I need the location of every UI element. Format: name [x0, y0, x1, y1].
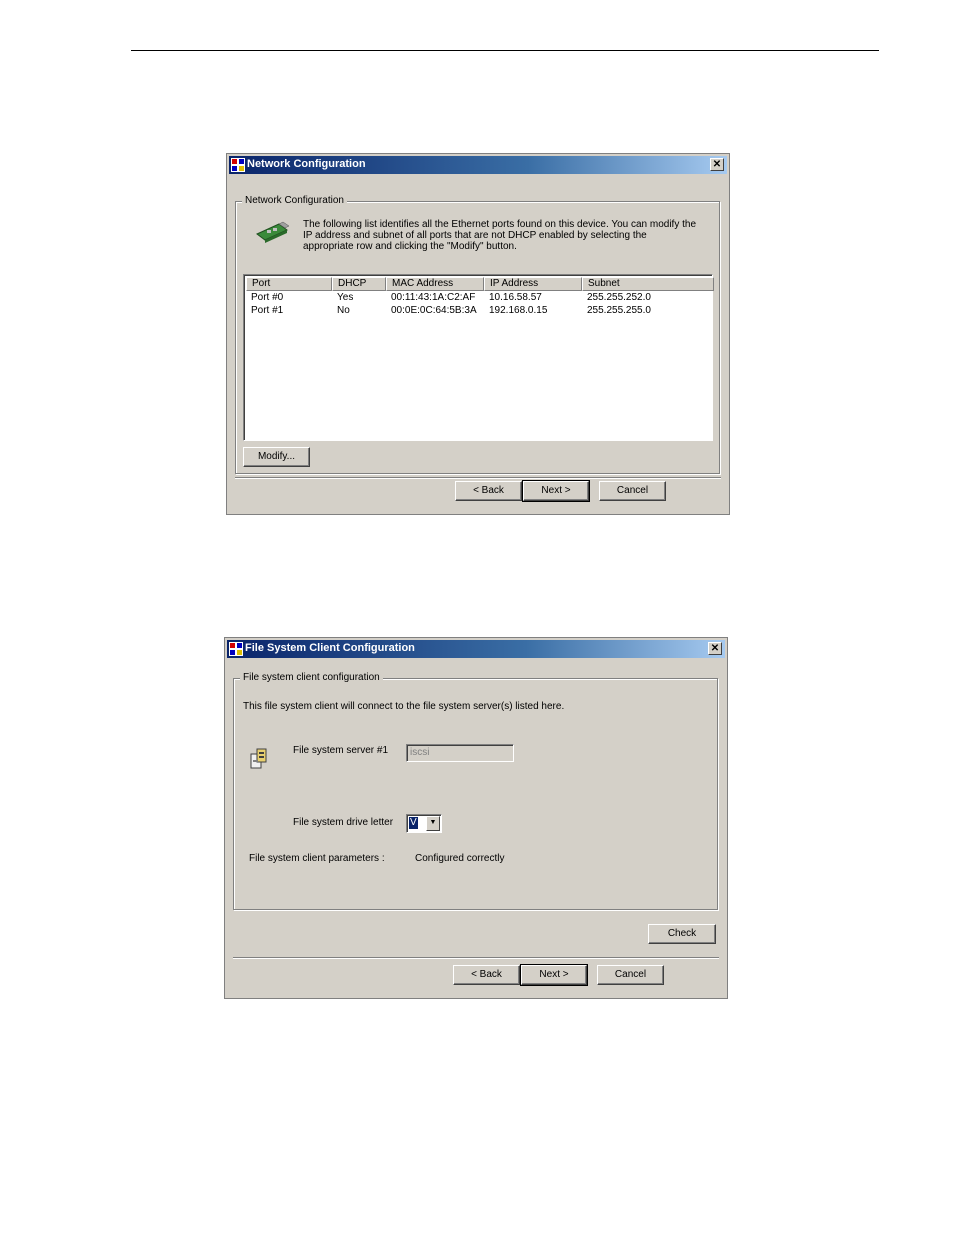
column-header-mac[interactable]: MAC Address [386, 277, 484, 291]
back-button[interactable]: < Back [453, 965, 520, 985]
table-row[interactable]: Port #1 No 00:0E:0C:64:5B:3A 192.168.0.1… [246, 304, 710, 317]
column-header-subnet[interactable]: Subnet [582, 277, 714, 291]
drive-letter-label: File system drive letter [293, 817, 394, 828]
page-header-rule [131, 50, 879, 51]
dialog-title: Network Configuration [247, 158, 366, 170]
params-value: Configured correctly [415, 853, 505, 864]
server-label: File system server #1 [293, 745, 389, 756]
cancel-button[interactable]: Cancel [597, 965, 664, 985]
group-label: Network Configuration [242, 195, 347, 206]
back-button[interactable]: < Back [455, 481, 522, 501]
next-button[interactable]: Next > [520, 964, 588, 986]
column-header-dhcp[interactable]: DHCP [332, 277, 386, 291]
group-label: File system client configuration [240, 672, 383, 683]
server-field[interactable]: iscsi [406, 744, 514, 762]
next-button[interactable]: Next > [522, 480, 590, 502]
column-header-port[interactable]: Port [246, 277, 332, 291]
check-button[interactable]: Check [648, 924, 716, 944]
cell-port: Port #1 [251, 305, 284, 316]
cell-port: Port #0 [251, 292, 284, 303]
app-icon [229, 642, 243, 656]
fs-client-config-group: File system client configuration [233, 672, 718, 910]
table-row[interactable]: Port #0 Yes 00:11:43:1A:C2:AF 10.16.58.5… [246, 291, 710, 304]
separator [235, 477, 721, 479]
cell-ip: 10.16.58.57 [489, 292, 542, 303]
cell-ip: 192.168.0.15 [489, 305, 548, 316]
cell-mac: 00:11:43:1A:C2:AF [391, 292, 476, 303]
drive-letter-value: V [409, 817, 418, 829]
chevron-down-icon[interactable]: ▼ [426, 816, 440, 831]
close-button[interactable]: ✕ [710, 158, 724, 171]
params-label: File system client parameters : [249, 853, 385, 864]
drive-letter-select[interactable]: V ▼ [406, 814, 442, 833]
file-system-client-dialog: File System Client Configuration ✕ File … [224, 637, 728, 999]
column-header-ip[interactable]: IP Address [484, 277, 582, 291]
description-line-2: IP address and subnet of all ports that … [303, 230, 647, 241]
network-card-icon [256, 221, 289, 243]
intro-text: This file system client will connect to … [243, 701, 565, 712]
cell-mac: 00:0E:0C:64:5B:3A [391, 305, 477, 316]
separator [233, 957, 719, 959]
cancel-button[interactable]: Cancel [599, 481, 666, 501]
cell-subnet: 255.255.255.0 [587, 305, 651, 316]
cell-dhcp: No [337, 305, 350, 316]
server-icon [250, 748, 267, 769]
list-header: Port DHCP MAC Address IP Address Subnet [246, 277, 714, 291]
cell-subnet: 255.255.252.0 [587, 292, 651, 303]
cell-dhcp: Yes [337, 292, 354, 303]
dialog-title: File System Client Configuration [245, 642, 415, 654]
description-line-3: appropriate row and clicking the "Modify… [303, 241, 517, 252]
close-button[interactable]: ✕ [708, 642, 722, 655]
titlebar: File System Client Configuration ✕ [227, 640, 725, 658]
description-line-1: The following list identifies all the Et… [303, 219, 697, 230]
app-icon [231, 158, 245, 172]
modify-button[interactable]: Modify... [243, 447, 310, 467]
network-configuration-dialog: Network Configuration ✕ Network Configur… [226, 153, 730, 515]
ports-list[interactable]: Port DHCP MAC Address IP Address Subnet … [243, 274, 714, 441]
titlebar: Network Configuration ✕ [229, 156, 727, 174]
